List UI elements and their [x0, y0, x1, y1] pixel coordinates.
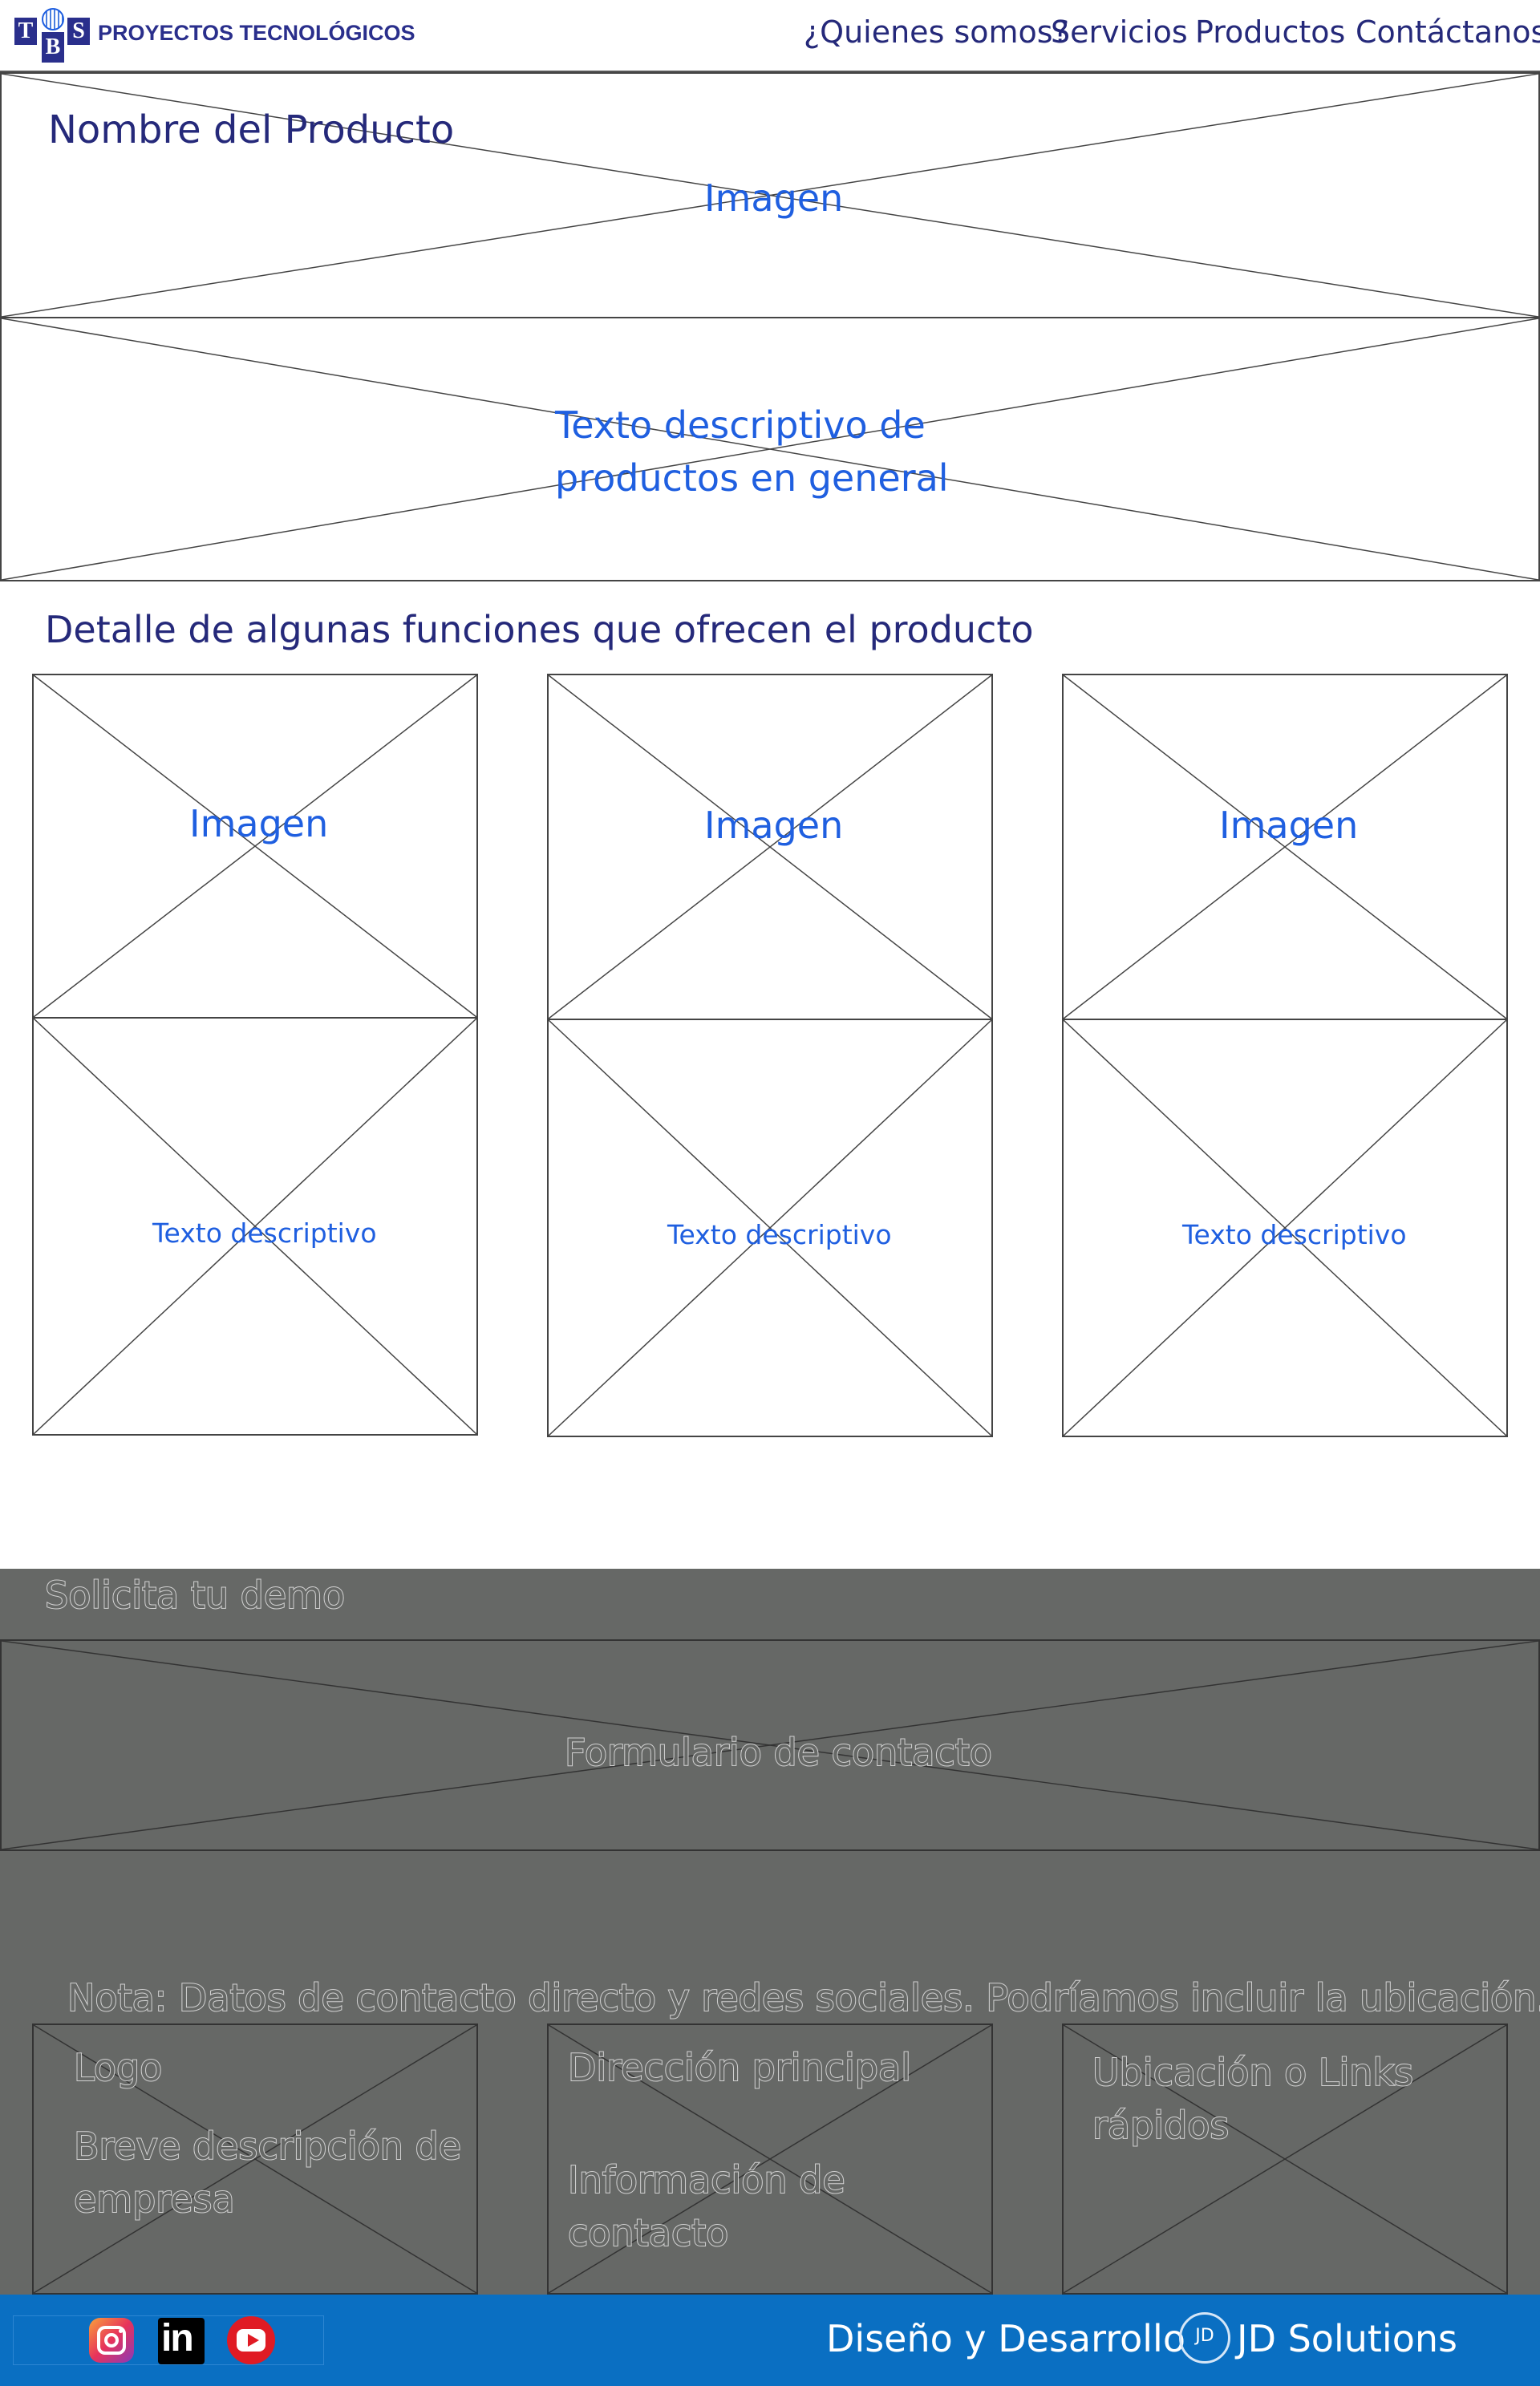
bottom-bar: in Diseño y Desarrollo JD JD Solutions: [0, 2295, 1540, 2386]
feature-card-1-text: Texto descriptivo: [32, 1017, 478, 1436]
instagram-icon[interactable]: [89, 2318, 134, 2363]
footer-col-3-links: Ubicación o Links rápidos: [1092, 2046, 1414, 2152]
footer-col-2-info: Información de contacto: [567, 2153, 846, 2259]
nav-quienes-somos[interactable]: ¿Quienes somos?: [804, 14, 1069, 50]
nav-productos[interactable]: Productos: [1195, 14, 1345, 50]
linkedin-icon[interactable]: in: [158, 2317, 205, 2364]
logo[interactable]: T B S: [14, 8, 91, 66]
logo-letter-t: T: [14, 18, 37, 45]
logo-globe-icon: [42, 8, 64, 30]
logo-letter-b: B: [42, 32, 64, 63]
features-title: Detalle de algunas funciones que ofrecen…: [45, 608, 1034, 651]
contact-form-placeholder[interactable]: Formulario de contacto: [0, 1639, 1540, 1851]
jd-badge-text: JD: [1195, 2326, 1214, 2346]
hero-image-label: Imagen: [704, 176, 844, 220]
description-text: Texto descriptivo de productos en genera…: [555, 399, 949, 504]
social-icons: in: [13, 2315, 324, 2365]
footer-col-3-line-1: Ubicación o Links: [1092, 2050, 1414, 2095]
logo-text: PROYECTOS TECNOLÓGICOS: [98, 21, 415, 45]
footer-col-1-title: Logo: [73, 2045, 163, 2090]
description-placeholder: Texto descriptivo de productos en genera…: [0, 317, 1540, 581]
feature-card-2-text: Texto descriptivo: [547, 1019, 993, 1437]
footer-col-3: Ubicación o Links rápidos: [1062, 2023, 1508, 2295]
feature-card-1-text-label: Texto descriptivo: [152, 1217, 377, 1249]
feature-card-2-image-label: Imagen: [704, 804, 844, 847]
description-line-2: productos en general: [555, 456, 949, 500]
logo-letter-s: S: [67, 18, 90, 45]
feature-card-3-text: Texto descriptivo: [1062, 1019, 1508, 1437]
demo-and-footer-section: Solicita tu demo Formulario de contacto …: [0, 1569, 1540, 2295]
footer-col-2-line-1: Información de: [567, 2157, 846, 2202]
footer-col-2-title: Dirección principal: [567, 2045, 912, 2090]
feature-card-2-text-label: Texto descriptivo: [667, 1219, 892, 1250]
footer-col-2-line-2: contacto: [567, 2210, 729, 2255]
footer-col-1-line-1: Breve descripción de: [73, 2124, 462, 2169]
jd-solutions-logo-icon: JD: [1179, 2312, 1230, 2364]
hero-image-placeholder: Nombre del Producto Imagen: [0, 72, 1540, 318]
feature-card-3-image-label: Imagen: [1219, 804, 1359, 847]
nav-contactanos[interactable]: Contáctanos: [1356, 14, 1540, 50]
footer-col-1: Logo Breve descripción de empresa: [32, 2023, 478, 2295]
brand-name[interactable]: JD Solutions: [1237, 2317, 1457, 2360]
contact-form-label: Formulario de contacto: [564, 1730, 993, 1775]
footer-col-1-description: Breve descripción de empresa: [73, 2120, 462, 2226]
footer-col-2: Dirección principal Información de conta…: [547, 2023, 993, 2295]
description-line-1: Texto descriptivo de: [555, 403, 926, 447]
site-header: T B S PROYECTOS TECNOLÓGICOS ¿Quienes so…: [0, 0, 1540, 72]
credit-text: Diseño y Desarrollo: [826, 2317, 1185, 2360]
youtube-icon[interactable]: [227, 2316, 275, 2364]
product-name-heading: Nombre del Producto: [48, 107, 455, 152]
footer-col-1-line-2: empresa: [73, 2177, 236, 2222]
feature-card-3-image: Imagen: [1062, 674, 1508, 1020]
demo-title: Solicita tu demo: [44, 1573, 346, 1618]
linkedin-icon-text: in: [161, 2317, 194, 2360]
feature-card-2-image: Imagen: [547, 674, 993, 1020]
footer-col-3-line-2: rápidos: [1092, 2103, 1230, 2148]
feature-card-1-image: Imagen: [32, 674, 478, 1019]
feature-card-3-text-label: Texto descriptivo: [1182, 1219, 1407, 1250]
nav-servicios[interactable]: Servicios: [1051, 14, 1188, 50]
footer-note: Nota: Datos de contacto directo y redes …: [67, 1975, 1540, 2020]
feature-card-1-image-label: Imagen: [189, 802, 329, 845]
